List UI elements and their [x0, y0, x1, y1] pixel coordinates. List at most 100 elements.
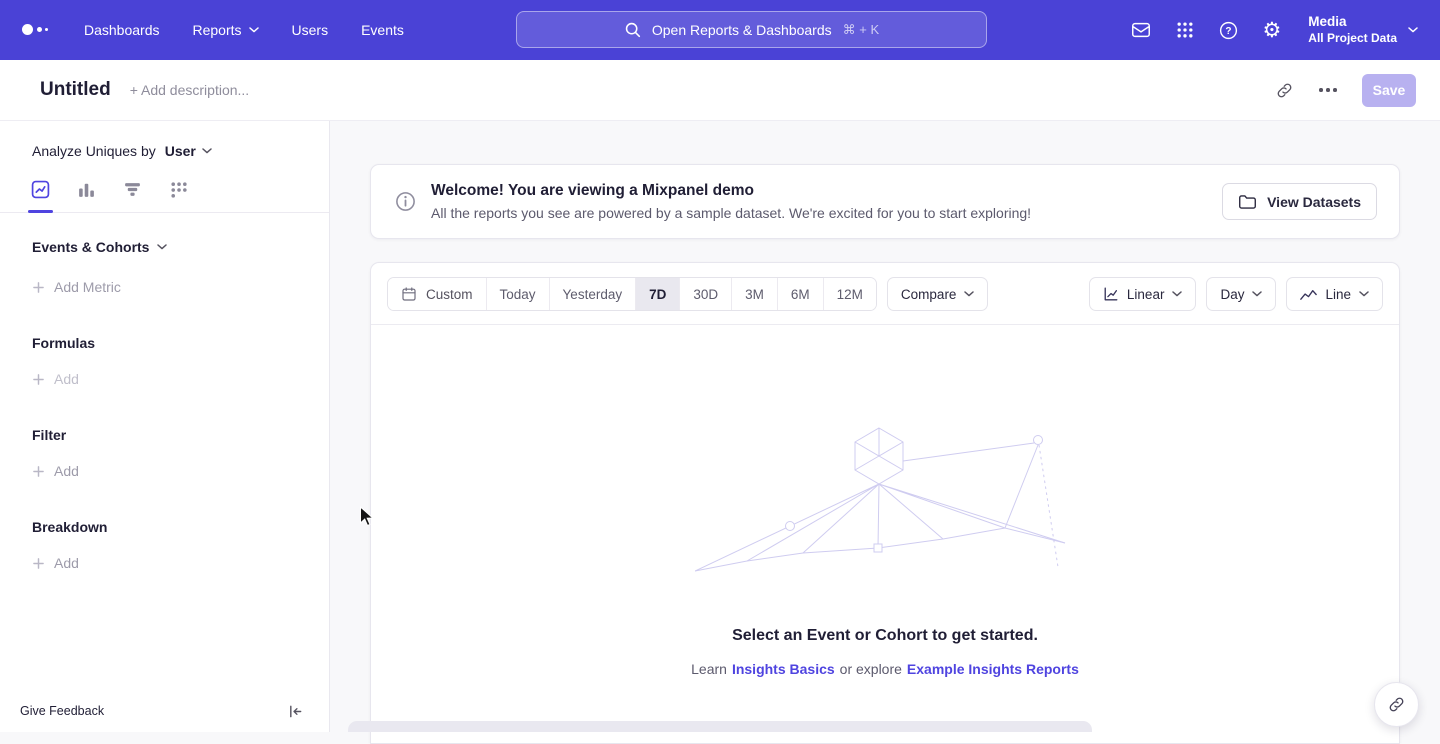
- banner-title: Welcome! You are viewing a Mixpanel demo: [431, 182, 1031, 200]
- chevron-down-icon: [1408, 27, 1418, 33]
- analyze-by-dropdown[interactable]: User: [165, 143, 212, 159]
- add-label: Add: [54, 371, 79, 387]
- report-title[interactable]: Untitled: [40, 79, 111, 101]
- help-icon: ?: [1218, 20, 1239, 41]
- line-chart-square-icon: [31, 180, 50, 199]
- events-cohorts-header[interactable]: Events & Cohorts: [32, 239, 167, 255]
- nav-reports[interactable]: Reports: [193, 22, 259, 38]
- add-breakdown-button[interactable]: Add: [33, 555, 79, 571]
- settings-button[interactable]: ⚙: [1262, 20, 1281, 41]
- gear-icon: ⚙: [1262, 20, 1281, 41]
- logo-dot: [45, 28, 48, 31]
- plus-icon: [33, 282, 44, 293]
- report-header: Untitled + Add description... Save: [0, 60, 1440, 121]
- scale-select[interactable]: Linear: [1089, 277, 1197, 311]
- breakdown-label: Breakdown: [32, 519, 107, 535]
- chevron-down-icon: [1172, 291, 1182, 297]
- view-datasets-label: View Datasets: [1267, 194, 1361, 210]
- bottom-panel-edge: [348, 721, 1092, 732]
- mixpanel-logo[interactable]: [22, 20, 50, 40]
- line-chart-icon: [1300, 288, 1317, 301]
- view-datasets-button[interactable]: View Datasets: [1222, 183, 1377, 220]
- primary-nav: Dashboards Reports Users Events: [84, 22, 404, 38]
- help-button[interactable]: ?: [1218, 20, 1239, 41]
- banner-subtitle: All the reports you see are powered by a…: [431, 205, 1031, 221]
- example-insights-reports-link[interactable]: Example Insights Reports: [907, 661, 1079, 677]
- date-range-group: Custom Today Yesterday 7D 30D 3M 6M 12M: [387, 277, 877, 311]
- grid-icon: [1175, 20, 1195, 40]
- filter-heading: Filter: [32, 427, 329, 443]
- empty-state-subtitle: Learn Insights Basics or explore Example…: [691, 661, 1079, 677]
- date-range-option-selected[interactable]: 7D: [635, 278, 679, 310]
- date-range-option[interactable]: Yesterday: [549, 278, 636, 310]
- date-range-option[interactable]: 3M: [731, 278, 777, 310]
- link-icon: [1387, 695, 1406, 714]
- empty-state-text: or explore: [840, 661, 902, 677]
- chart-type-select[interactable]: Line: [1286, 277, 1383, 311]
- viz-tab-scatter-chart[interactable]: [169, 180, 188, 212]
- copy-link-button[interactable]: [1268, 74, 1300, 106]
- insights-chart-card: Custom Today Yesterday 7D 30D 3M 6M 12M …: [370, 262, 1400, 744]
- project-subtitle: All Project Data: [1308, 31, 1397, 47]
- filter-label: Filter: [32, 427, 66, 443]
- analyze-uniques-label: Analyze Uniques by: [32, 143, 156, 159]
- chevron-down-icon: [1252, 291, 1262, 297]
- nav-dashboards[interactable]: Dashboards: [84, 22, 160, 38]
- report-canvas: Welcome! You are viewing a Mixpanel demo…: [330, 121, 1440, 732]
- chart-type-label: Line: [1325, 287, 1351, 302]
- nav-right-cluster: ? ⚙ Media All Project Data: [1130, 0, 1418, 60]
- search-placeholder: Open Reports & Dashboards: [652, 22, 832, 38]
- date-range-option[interactable]: 30D: [679, 278, 731, 310]
- give-feedback-link[interactable]: Give Feedback: [20, 704, 104, 718]
- viz-tab-funnel-chart[interactable]: [123, 180, 142, 212]
- share-link-fab[interactable]: [1374, 682, 1419, 727]
- date-range-option[interactable]: Today: [486, 278, 549, 310]
- bar-chart-icon: [77, 180, 96, 199]
- link-icon: [1275, 81, 1294, 100]
- messages-button[interactable]: [1130, 19, 1152, 41]
- project-switcher[interactable]: Media All Project Data: [1308, 13, 1418, 46]
- nav-label: Dashboards: [84, 22, 160, 38]
- nav-events[interactable]: Events: [361, 22, 404, 38]
- chart-controls: Custom Today Yesterday 7D 30D 3M 6M 12M …: [371, 263, 1399, 325]
- collapse-left-icon: [288, 704, 303, 719]
- nav-label: Events: [361, 22, 404, 38]
- svg-text:?: ?: [1226, 26, 1232, 37]
- add-description-button[interactable]: + Add description...: [130, 82, 249, 98]
- dots-grid-icon: [169, 180, 188, 199]
- viz-tab-bar-chart[interactable]: [77, 180, 96, 212]
- analyze-by-value: User: [165, 143, 196, 159]
- chart-empty-state: Select an Event or Cohort to get started…: [371, 325, 1399, 677]
- breakdown-heading: Breakdown: [32, 519, 329, 535]
- events-cohorts-label: Events & Cohorts: [32, 239, 149, 255]
- add-filter-button[interactable]: Add: [33, 463, 79, 479]
- calendar-icon: [401, 286, 417, 302]
- apps-grid-button[interactable]: [1175, 20, 1195, 40]
- scale-label: Linear: [1127, 287, 1165, 302]
- collapse-sidebar-button[interactable]: [288, 704, 303, 719]
- add-formula-button[interactable]: Add: [33, 371, 79, 387]
- global-search[interactable]: Open Reports & Dashboards ⌘ + K: [516, 11, 987, 48]
- compare-button[interactable]: Compare: [887, 277, 989, 311]
- formulas-label: Formulas: [32, 335, 95, 351]
- date-range-option[interactable]: 12M: [823, 278, 876, 310]
- empty-state-illustration: [695, 425, 1075, 575]
- chevron-down-icon: [964, 291, 974, 297]
- save-button[interactable]: Save: [1362, 74, 1416, 107]
- insights-basics-link[interactable]: Insights Basics: [732, 661, 835, 677]
- date-range-option[interactable]: 6M: [777, 278, 823, 310]
- search-shortcut: ⌘ + K: [843, 22, 880, 38]
- empty-state-text: Learn: [691, 661, 727, 677]
- viz-tab-line-chart[interactable]: [31, 180, 50, 212]
- nav-label: Users: [292, 22, 329, 38]
- more-options-button[interactable]: [1312, 74, 1344, 106]
- plus-icon: [33, 466, 44, 477]
- granularity-select[interactable]: Day: [1206, 277, 1276, 311]
- custom-date-button[interactable]: Custom: [388, 278, 486, 310]
- report-builder-sidebar: Analyze Uniques by User: [0, 121, 330, 732]
- nav-label: Reports: [193, 22, 242, 38]
- add-metric-button[interactable]: Add Metric: [33, 279, 121, 295]
- top-nav: Dashboards Reports Users Events Open Rep…: [0, 0, 1440, 60]
- ellipsis-icon: [1319, 88, 1337, 92]
- nav-users[interactable]: Users: [292, 22, 329, 38]
